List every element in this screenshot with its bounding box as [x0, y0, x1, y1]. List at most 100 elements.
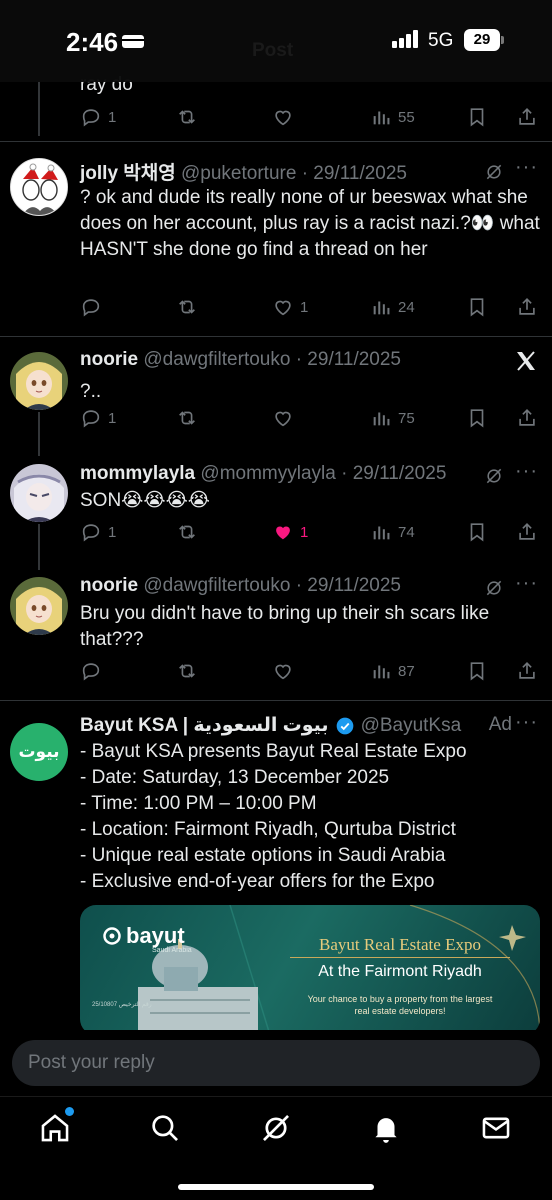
- tab-home[interactable]: [38, 1107, 74, 1145]
- views-icon: [373, 665, 390, 679]
- verified-badge-icon: [336, 717, 353, 734]
- bookmark-button[interactable]: [466, 660, 488, 682]
- like-button[interactable]: [272, 106, 294, 128]
- reply-button[interactable]: 1: [80, 106, 116, 128]
- reply-icon: [82, 663, 100, 681]
- status-bar: Post 2:46 5G 29: [0, 0, 552, 82]
- tab-search[interactable]: [148, 1111, 182, 1145]
- author-meta[interactable]: @dawgfiltertouko · 29/11/2025: [143, 575, 401, 596]
- share-button[interactable]: [516, 106, 538, 128]
- license-number: 25/10807 رقم الترخيص: [92, 1002, 152, 1008]
- status-time: 2:46: [66, 27, 119, 57]
- tweet-text: SON😭😭😭😭: [80, 490, 210, 511]
- more-options-icon[interactable]: ···: [515, 460, 538, 483]
- reply-composer: [0, 1030, 552, 1096]
- share-button[interactable]: [516, 407, 538, 429]
- more-options-icon[interactable]: ···: [515, 156, 538, 179]
- bayut-brand-sub: Saudi Arabia: [152, 947, 192, 954]
- bookmark-icon: [470, 108, 484, 127]
- author-handle[interactable]: @BayutKsa: [361, 715, 462, 737]
- avatar[interactable]: [10, 158, 68, 216]
- reply-icon: [82, 410, 100, 428]
- tweet-item[interactable]: jolly 박채영 @puketorture · 29/11/2025 ··· …: [0, 142, 552, 337]
- repost-icon: [179, 664, 195, 678]
- views-icon: [373, 111, 390, 125]
- reply-button[interactable]: [80, 660, 102, 682]
- views-button[interactable]: 24: [370, 296, 415, 318]
- author-name[interactable]: noorie: [80, 349, 138, 370]
- author-name[interactable]: jolly 박채영: [80, 163, 176, 184]
- like-button[interactable]: 1: [272, 296, 308, 318]
- grok-icon[interactable]: [484, 578, 504, 598]
- bookmark-button[interactable]: [466, 407, 488, 429]
- views-count: 75: [398, 409, 415, 427]
- views-count: 24: [398, 298, 415, 316]
- views-count: 74: [398, 523, 415, 541]
- avatar[interactable]: [10, 464, 68, 522]
- tweet-item[interactable]: noorie @dawgfiltertouko · 29/11/2025 ···…: [0, 572, 552, 700]
- repost-icon: [179, 411, 195, 425]
- like-count: 1: [300, 298, 309, 316]
- share-icon: [519, 662, 535, 679]
- like-button[interactable]: 1: [272, 521, 308, 543]
- author-name[interactable]: noorie: [80, 575, 138, 596]
- tweet-item[interactable]: noorie @dawgfiltertouko · 29/11/2025 ?..…: [0, 337, 552, 457]
- bookmark-button[interactable]: [466, 296, 488, 318]
- reply-button[interactable]: [80, 296, 102, 318]
- repost-button[interactable]: [176, 296, 198, 318]
- bookmark-icon: [470, 409, 484, 428]
- tab-messages[interactable]: [479, 1111, 513, 1145]
- repost-button[interactable]: [176, 106, 198, 128]
- views-count: 87: [398, 662, 415, 680]
- ad-line: - Time: 1:00 PM – 10:00 PM: [80, 793, 317, 814]
- views-icon: [373, 301, 390, 315]
- ad-card-subtitle: At the Fairmont Riyadh: [318, 963, 482, 980]
- author-meta[interactable]: @puketorture · 29/11/2025: [181, 163, 407, 184]
- ad-line: - Date: Saturday, 13 December 2025: [80, 767, 390, 788]
- author-name[interactable]: mommylayla: [80, 463, 195, 484]
- avatar[interactable]: [10, 577, 68, 635]
- tweet-text: Bru you didn't have to bring up their sh…: [80, 603, 490, 650]
- repost-button[interactable]: [176, 407, 198, 429]
- ad-label: Ad: [488, 714, 512, 735]
- repost-button[interactable]: [176, 521, 198, 543]
- bookmark-button[interactable]: [466, 521, 488, 543]
- author-meta[interactable]: @dawgfiltertouko · 29/11/2025: [143, 349, 401, 370]
- bookmark-button[interactable]: [466, 106, 488, 128]
- advertiser-avatar[interactable]: بيوت: [10, 723, 68, 781]
- views-icon: [373, 526, 390, 540]
- tweet-item[interactable]: mommylayla @mommyylayla · 29/11/2025 ···…: [0, 456, 552, 572]
- grok-icon[interactable]: [484, 162, 504, 182]
- repost-button[interactable]: [176, 660, 198, 682]
- reply-box[interactable]: [12, 1040, 540, 1086]
- grok-icon[interactable]: [484, 466, 504, 486]
- share-icon: [519, 108, 535, 125]
- views-button[interactable]: 75: [370, 407, 415, 429]
- like-button[interactable]: [272, 660, 294, 682]
- like-button[interactable]: [272, 407, 294, 429]
- tab-notifications[interactable]: [369, 1111, 403, 1145]
- ad-line: - Exclusive end-of-year offers for the E…: [80, 871, 435, 892]
- views-button[interactable]: 55: [370, 106, 415, 128]
- more-options-icon[interactable]: ···: [515, 711, 538, 734]
- ad-card-rule: [290, 957, 510, 958]
- views-button[interactable]: 74: [370, 521, 415, 543]
- share-button[interactable]: [516, 521, 538, 543]
- ad-media-card[interactable]: bayut Saudi Arabia 25/10807 رقم الترخيص …: [80, 905, 540, 1035]
- ad-line: - Location: Fairmont Riyadh, Qurtuba Dis…: [80, 819, 456, 840]
- reply-icon: [82, 299, 100, 317]
- share-button[interactable]: [516, 296, 538, 318]
- tab-grok[interactable]: [259, 1111, 293, 1145]
- views-button[interactable]: 87: [370, 660, 415, 682]
- author-meta[interactable]: @mommyylayla · 29/11/2025: [200, 463, 446, 484]
- screen-record-icon: [122, 35, 144, 48]
- reply-button[interactable]: 1: [80, 521, 116, 543]
- heart-icon: [275, 664, 291, 680]
- reply-button[interactable]: 1: [80, 407, 116, 429]
- share-button[interactable]: [516, 660, 538, 682]
- like-count: 1: [300, 523, 309, 541]
- author-name[interactable]: Bayut KSA | بيوت السعودية: [80, 714, 329, 737]
- more-options-icon[interactable]: ···: [515, 572, 538, 595]
- avatar[interactable]: [10, 352, 68, 410]
- reply-input[interactable]: [12, 1040, 540, 1086]
